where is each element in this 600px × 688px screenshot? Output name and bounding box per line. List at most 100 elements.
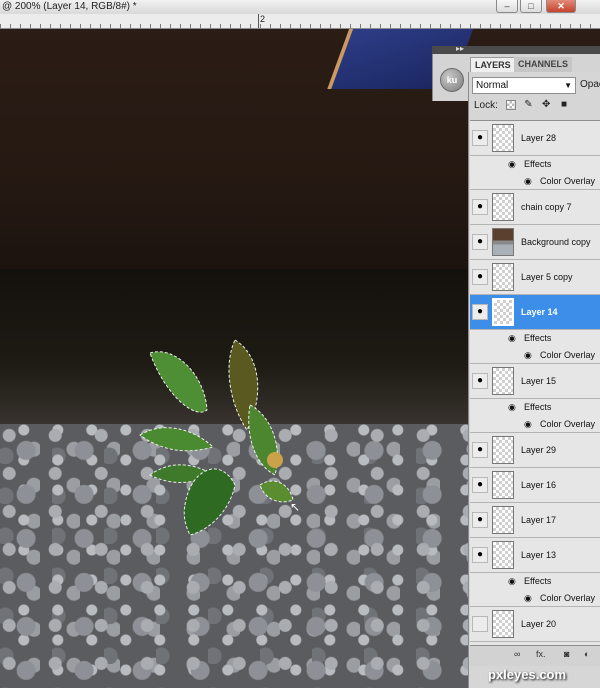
effect-eye-icon[interactable]: ◉ xyxy=(524,590,532,607)
fx-button[interactable]: fx. xyxy=(536,649,546,659)
document-title-bar: @ 200% (Layer 14, RGB/8#) * – □ ✕ xyxy=(0,0,600,15)
layer-name[interactable]: Background copy xyxy=(521,225,591,260)
lock-transparency-icon[interactable] xyxy=(505,100,516,111)
effect-eye-icon[interactable]: ◉ xyxy=(524,416,532,433)
layer-row[interactable]: ● Layer 28 xyxy=(470,121,600,156)
eye-icon[interactable]: ● xyxy=(472,547,488,563)
lock-brush-icon[interactable]: ✎ xyxy=(523,100,533,110)
effects-label: Effects xyxy=(524,159,552,169)
effect-eye-icon[interactable]: ◉ xyxy=(524,173,532,190)
lock-row: Lock: ✎ ✥ ■ xyxy=(474,100,569,111)
eye-icon[interactable]: ● xyxy=(472,234,488,250)
layer-name[interactable]: Layer 29 xyxy=(521,433,556,468)
effect-item[interactable]: ◉ Color Overlay xyxy=(470,173,600,190)
effect-item[interactable]: ◉ Color Overlay xyxy=(470,590,600,607)
layer-name[interactable]: Layer 20 xyxy=(521,607,556,642)
mask-icon[interactable]: ◙ xyxy=(564,649,569,659)
eye-icon[interactable]: ● xyxy=(472,373,488,389)
lock-all-icon[interactable]: ■ xyxy=(559,100,569,110)
blend-mode-value: Normal xyxy=(476,80,509,91)
double-arrow-icon[interactable]: ▸▸ xyxy=(456,44,464,53)
layer-row[interactable]: ● Layer 13 xyxy=(470,538,600,573)
layer-row[interactable]: ● chain copy 7 xyxy=(470,190,600,225)
effect-item[interactable]: ◉ Color Overlay xyxy=(470,347,600,364)
effects-label: Effects xyxy=(524,576,552,586)
arrow-cursor-icon: ↖ xyxy=(290,500,301,514)
layer-row[interactable]: ● Layer 20 xyxy=(470,607,600,642)
effects-label: Effects xyxy=(524,333,552,343)
effect-name: Color Overlay xyxy=(540,350,596,360)
eye-icon[interactable]: ● xyxy=(472,477,488,493)
layer-row[interactable]: ● Layer 29 xyxy=(470,433,600,468)
layer-thumbnail[interactable] xyxy=(492,506,514,534)
blend-mode-select[interactable]: Normal ▼ xyxy=(472,77,576,94)
tab-layers[interactable]: LAYERS xyxy=(470,57,516,73)
horizontal-ruler[interactable]: 2 xyxy=(0,14,600,29)
layer-thumbnail[interactable] xyxy=(492,193,514,221)
eye-icon[interactable]: ● xyxy=(472,512,488,528)
panel-collapse-strip[interactable]: ▸▸ xyxy=(432,44,600,54)
effect-name: Color Overlay xyxy=(540,419,596,429)
layer-name[interactable]: Layer 17 xyxy=(521,503,556,538)
effect-name: Color Overlay xyxy=(540,593,596,603)
avatar[interactable]: ku xyxy=(440,68,464,92)
layer-row[interactable]: ● Layer 17 xyxy=(470,503,600,538)
layer-row[interactable]: ● Layer 15 xyxy=(470,364,600,399)
document-title: @ 200% (Layer 14, RGB/8#) * xyxy=(2,1,137,12)
adjustment-icon[interactable]: ◐ xyxy=(584,649,589,659)
layer-thumbnail[interactable] xyxy=(492,263,514,291)
effects-eye-icon[interactable]: ◉ xyxy=(508,330,516,347)
layer-row[interactable]: ● Layer 5 copy xyxy=(470,260,600,295)
layer-name[interactable]: Layer 14 xyxy=(521,295,558,330)
effects-row[interactable]: ◉ Effects xyxy=(470,330,600,347)
layer-thumbnail[interactable] xyxy=(492,610,514,638)
layer-row[interactable]: ● Background copy xyxy=(470,225,600,260)
layer-row[interactable]: ● Layer 14 xyxy=(470,295,600,330)
effects-eye-icon[interactable]: ◉ xyxy=(508,573,516,590)
effect-eye-icon[interactable]: ◉ xyxy=(524,347,532,364)
layer-name[interactable]: Layer 5 copy xyxy=(521,260,573,295)
layers-footer: ∞ fx. ◙ ◐ xyxy=(470,645,600,666)
effects-eye-icon[interactable]: ◉ xyxy=(508,156,516,173)
layer-thumbnail[interactable] xyxy=(492,436,514,464)
eye-icon[interactable]: ● xyxy=(472,269,488,285)
plant-selection[interactable] xyxy=(135,335,305,545)
close-button[interactable]: ✕ xyxy=(546,0,576,13)
eye-icon[interactable]: ● xyxy=(472,442,488,458)
layer-thumbnail[interactable] xyxy=(492,124,514,152)
effect-item[interactable]: ◉ Color Overlay xyxy=(470,416,600,433)
effects-eye-icon[interactable]: ◉ xyxy=(508,399,516,416)
layer-thumbnail[interactable] xyxy=(492,228,514,256)
layers-list[interactable]: ● Layer 28 ◉ Effects ◉ Color Overlay ● chain co… xyxy=(470,120,600,646)
plant-flower xyxy=(267,452,283,468)
effects-label: Effects xyxy=(524,402,552,412)
layer-name[interactable]: Layer 28 xyxy=(521,121,556,156)
effect-name: Color Overlay xyxy=(540,176,596,186)
link-icon[interactable]: ∞ xyxy=(514,649,520,659)
chevron-down-icon: ▼ xyxy=(564,81,572,90)
eye-icon[interactable]: ● xyxy=(472,616,488,632)
layer-name[interactable]: Layer 13 xyxy=(521,538,556,573)
eye-icon[interactable]: ● xyxy=(472,130,488,146)
lock-move-icon[interactable]: ✥ xyxy=(541,100,551,110)
ruler-label: 2 xyxy=(260,14,266,24)
layer-name[interactable]: Layer 16 xyxy=(521,468,556,503)
restore-button[interactable]: □ xyxy=(520,0,542,13)
layer-name[interactable]: Layer 15 xyxy=(521,364,556,399)
layer-row[interactable]: ● Layer 16 xyxy=(470,468,600,503)
opacity-label[interactable]: Opac xyxy=(580,79,600,90)
layer-thumbnail[interactable] xyxy=(492,367,514,395)
layer-thumbnail[interactable] xyxy=(492,471,514,499)
effects-row[interactable]: ◉ Effects xyxy=(470,156,600,173)
lock-label: Lock: xyxy=(474,100,498,111)
layer-thumbnail[interactable] xyxy=(492,541,514,569)
effects-row[interactable]: ◉ Effects xyxy=(470,573,600,590)
effects-row[interactable]: ◉ Effects xyxy=(470,399,600,416)
layer-thumbnail[interactable] xyxy=(492,298,514,326)
minimize-button[interactable]: – xyxy=(496,0,518,13)
ruler-major-tick xyxy=(258,14,259,28)
eye-icon[interactable]: ● xyxy=(472,304,488,320)
layer-name[interactable]: chain copy 7 xyxy=(521,190,572,225)
eye-icon[interactable]: ● xyxy=(472,199,488,215)
tab-channels[interactable]: CHANNELS xyxy=(514,57,573,72)
